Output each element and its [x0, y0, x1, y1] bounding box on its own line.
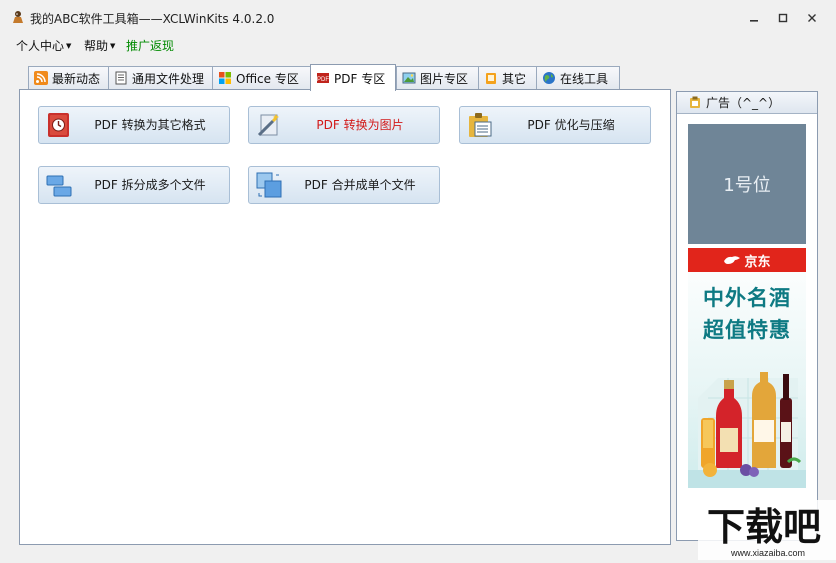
- menu-personal-label: 个人中心: [16, 39, 65, 53]
- minimize-icon: [750, 20, 758, 22]
- magic-wand-icon: [255, 111, 283, 139]
- tab-label: 最新动态: [52, 71, 101, 86]
- tab-label: 通用文件处理: [132, 71, 205, 86]
- ad-slot-1[interactable]: 1号位: [688, 124, 806, 244]
- rss-icon: [34, 71, 48, 85]
- ad-panel-header: 广告（^_^）: [677, 92, 817, 114]
- tab-pdf[interactable]: PDF PDF 专区: [310, 64, 396, 91]
- folder-icon: [484, 71, 498, 85]
- button-label: PDF 合并成单个文件: [304, 178, 416, 192]
- menu-help[interactable]: 帮助 ▼: [84, 37, 115, 54]
- jd-brand-label: 京东: [744, 254, 771, 270]
- minimize-button[interactable]: [744, 9, 764, 27]
- tab-general-files[interactable]: 通用文件处理: [108, 66, 213, 89]
- ad-headline-2: 超值特惠: [703, 318, 791, 342]
- tab-latest-news[interactable]: 最新动态: [28, 66, 109, 89]
- tab-label: 在线工具: [560, 71, 609, 86]
- pdf-optimize-compress-button[interactable]: PDF 优化与压缩: [459, 106, 651, 144]
- menu-promo[interactable]: 推广返现: [126, 37, 174, 54]
- pdf-convert-format-button[interactable]: PDF 转换为其它格式: [38, 106, 230, 144]
- pdf-merge-button[interactable]: PDF 合并成单个文件: [248, 166, 440, 204]
- button-label: PDF 优化与压缩: [527, 118, 615, 132]
- tab-online-tools[interactable]: 在线工具: [536, 66, 620, 89]
- clipboard-icon: [466, 111, 494, 139]
- ad-slot-1-label: 1号位: [723, 175, 771, 196]
- button-label: PDF 拆分成多个文件: [94, 178, 206, 192]
- tab-label: Office 专区: [236, 71, 299, 86]
- watermark-logo: 下载吧 www.xiazaiba.com: [698, 500, 836, 560]
- jd-dog-icon: [724, 256, 741, 264]
- menu-bar: 个人中心 ▼ 帮助 ▼ 推广返现: [0, 34, 836, 56]
- split-icon: [45, 171, 73, 199]
- clipboard-icon: [689, 96, 701, 109]
- picture-icon: [402, 71, 416, 85]
- maximize-icon: [778, 13, 788, 23]
- globe-icon: [542, 71, 556, 85]
- menu-help-label: 帮助: [84, 39, 109, 53]
- svg-text:下载吧: 下载吧: [707, 505, 821, 549]
- button-label: PDF 转换为其它格式: [94, 118, 206, 132]
- tab-office[interactable]: Office 专区: [212, 66, 311, 89]
- pdf-icon: PDF: [316, 71, 330, 85]
- close-button[interactable]: [802, 9, 822, 27]
- ad-slot-2[interactable]: 京东 中外名酒 超值特惠: [688, 248, 806, 488]
- menu-personal-center[interactable]: 个人中心 ▼: [16, 37, 71, 54]
- button-label: PDF 转换为图片: [316, 118, 404, 132]
- maximize-button[interactable]: [773, 9, 793, 27]
- pdf-tools-panel: PDF 转换为其它格式 PDF 转换为图片 PDF 优化与压缩 PDF 拆分成多…: [19, 89, 671, 545]
- tab-images[interactable]: 图片专区: [396, 66, 479, 89]
- tab-label: 其它: [502, 71, 527, 86]
- jd-banner: 京东: [688, 248, 806, 272]
- chevron-down-icon: ▼: [66, 42, 72, 50]
- ad-headline-1: 中外名酒: [703, 286, 791, 310]
- svg-text:www.xiazaiba.com: www.xiazaiba.com: [730, 548, 805, 558]
- tab-label: 图片专区: [420, 71, 469, 86]
- merge-icon: [255, 171, 283, 199]
- tab-label: PDF 专区: [334, 71, 386, 86]
- tab-other[interactable]: 其它: [478, 66, 537, 89]
- title-bar: 我的ABC软件工具箱——XCLWinKits 4.0.2.0: [0, 0, 836, 34]
- ad-header-label: 广告（^_^）: [706, 96, 781, 110]
- office-icon: [218, 71, 232, 85]
- document-icon: [114, 71, 128, 85]
- close-icon: [808, 14, 816, 22]
- pdf-to-image-button[interactable]: PDF 转换为图片: [248, 106, 440, 144]
- ad-panel: 广告（^_^） 1号位 京东 中外名酒 超值特惠: [676, 91, 818, 541]
- svg-text:PDF: PDF: [317, 77, 329, 83]
- liquor-bottles-image: [688, 372, 806, 488]
- chevron-down-icon: ▼: [110, 42, 116, 50]
- convert-format-icon: [45, 111, 73, 139]
- app-logo-icon: [13, 11, 23, 23]
- window-title: 我的ABC软件工具箱——XCLWinKits 4.0.2.0: [30, 12, 275, 26]
- pdf-split-button[interactable]: PDF 拆分成多个文件: [38, 166, 230, 204]
